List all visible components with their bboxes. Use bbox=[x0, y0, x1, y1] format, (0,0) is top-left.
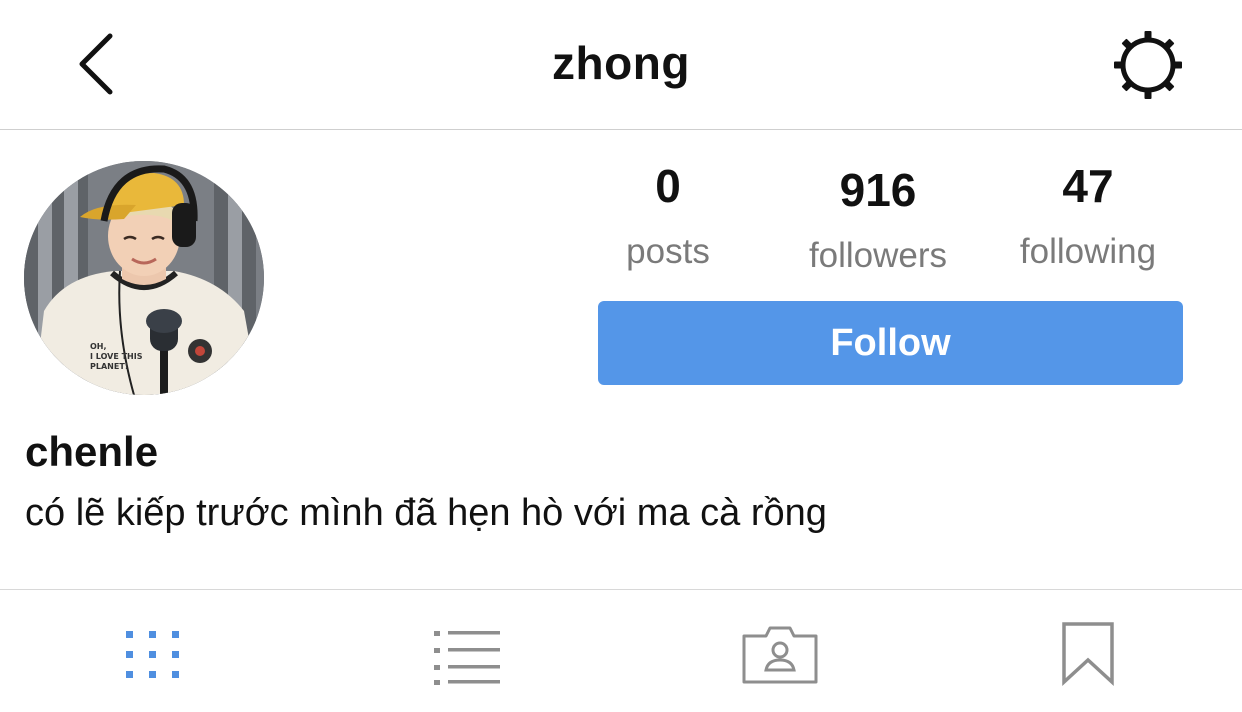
tab-saved[interactable] bbox=[1054, 618, 1122, 688]
svg-text:OH,: OH, bbox=[90, 342, 107, 351]
svg-text:PLANET!: PLANET! bbox=[90, 362, 128, 371]
profile-page: zhong OH, I LOVE THIS PLANET! 0 posts 91… bbox=[0, 0, 1242, 712]
bookmark-icon bbox=[1062, 622, 1114, 686]
profile-photo: OH, I LOVE THIS PLANET! bbox=[24, 161, 264, 395]
following-count: 47 bbox=[1062, 160, 1114, 212]
profile-tab-bar bbox=[0, 589, 1242, 712]
posts-stat: 0 posts bbox=[568, 160, 768, 272]
tab-list[interactable] bbox=[428, 618, 508, 688]
profile-name: chenle bbox=[25, 428, 159, 475]
tab-grid[interactable] bbox=[118, 618, 192, 688]
following-stat[interactable]: 47 following bbox=[988, 160, 1188, 272]
tab-tagged[interactable] bbox=[738, 618, 822, 688]
svg-text:I LOVE THIS: I LOVE THIS bbox=[90, 352, 143, 361]
following-label: following bbox=[1019, 232, 1157, 271]
follow-button[interactable]: Follow bbox=[598, 301, 1183, 385]
followers-stat[interactable]: 916 followers bbox=[778, 160, 978, 276]
grid-icon bbox=[126, 631, 179, 678]
list-icon bbox=[434, 631, 500, 685]
navigation-header: zhong bbox=[0, 0, 1242, 130]
avatar[interactable]: OH, I LOVE THIS PLANET! bbox=[24, 161, 264, 395]
posts-label: posts bbox=[626, 232, 710, 271]
followers-label: followers bbox=[808, 236, 948, 275]
profile-bio: có lẽ kiếp trước mình đã hẹn hò với ma c… bbox=[25, 492, 827, 534]
settings-button[interactable] bbox=[1110, 30, 1186, 100]
page-title: zhong bbox=[552, 37, 690, 89]
tagged-icon bbox=[742, 626, 818, 684]
gear-icon bbox=[1114, 31, 1182, 99]
followers-count: 916 bbox=[839, 164, 917, 216]
posts-count: 0 bbox=[655, 160, 681, 212]
